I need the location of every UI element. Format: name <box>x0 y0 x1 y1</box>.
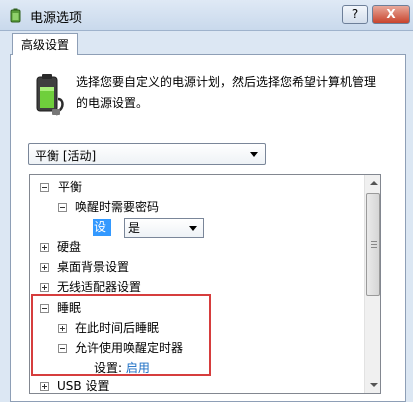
tree-item-label: 桌面背景设置 <box>57 260 130 274</box>
tree-item-label: 在此时间后睡眠 <box>75 321 160 335</box>
expand-icon[interactable] <box>40 283 49 292</box>
vertical-scrollbar[interactable] <box>364 175 380 393</box>
power-options-icon <box>10 8 21 23</box>
tree-item-label: 硬盘 <box>57 240 82 254</box>
grip-icon <box>371 244 377 245</box>
tree-item-label: 平衡 <box>58 180 83 194</box>
help-button[interactable]: ? <box>342 5 368 24</box>
expand-icon[interactable] <box>40 243 49 252</box>
setting-label: 设置: <box>93 219 112 251</box>
settings-tree[interactable]: 平衡 唤醒时需要密码 设置: 是 硬盘 桌面背景设置 无线适配器设置 睡眠 在此… <box>29 174 381 394</box>
chevron-down-icon <box>250 152 258 157</box>
power-plan-value: 平衡 [活动] <box>35 149 97 163</box>
scroll-thumb[interactable] <box>366 193 380 296</box>
grip-icon <box>371 247 377 248</box>
description-text: 选择您要自定义的电源计划，然后选择您希望计算机管理 的电源设置。 <box>76 72 396 114</box>
expand-icon[interactable] <box>40 382 49 391</box>
collapse-icon[interactable] <box>40 183 49 192</box>
tree-item-label: USB 设置 <box>57 379 110 393</box>
collapse-icon[interactable] <box>40 304 49 313</box>
collapse-icon[interactable] <box>58 344 67 353</box>
title-bar: 电源选项 ? X <box>0 0 413 31</box>
tree-item-label: 允许使用唤醒定时器 <box>75 341 184 355</box>
expand-icon[interactable] <box>40 263 49 272</box>
close-button[interactable]: X <box>372 5 410 24</box>
setting-label: 设置: <box>94 361 123 375</box>
wake-password-value: 是 <box>128 221 141 235</box>
battery-power-icon <box>36 74 64 116</box>
description-line-2: 的电源设置。 <box>76 96 149 110</box>
help-icon: ? <box>351 7 359 21</box>
wake-timer-setting-row[interactable]: 设置: 启用 <box>94 358 150 378</box>
collapse-icon[interactable] <box>58 203 67 212</box>
window-title: 电源选项 <box>30 11 83 26</box>
tab-advanced-settings[interactable]: 高级设置 <box>12 33 78 55</box>
tree-item-label: 睡眠 <box>57 301 82 315</box>
close-icon: X <box>386 7 396 21</box>
wake-password-select[interactable]: 是 <box>124 218 204 238</box>
scroll-down-button[interactable] <box>365 376 380 393</box>
tree-item-label: 无线适配器设置 <box>57 280 142 294</box>
description-line-1: 选择您要自定义的电源计划，然后选择您希望计算机管理 <box>76 75 377 89</box>
power-plan-select[interactable]: 平衡 [活动] <box>28 143 266 165</box>
scroll-up-button[interactable] <box>365 175 380 192</box>
grip-icon <box>371 241 377 242</box>
tree-item-label: 唤醒时需要密码 <box>75 200 160 214</box>
wake-timer-value[interactable]: 启用 <box>126 361 150 375</box>
chevron-down-icon <box>189 226 197 231</box>
expand-icon[interactable] <box>58 324 67 333</box>
